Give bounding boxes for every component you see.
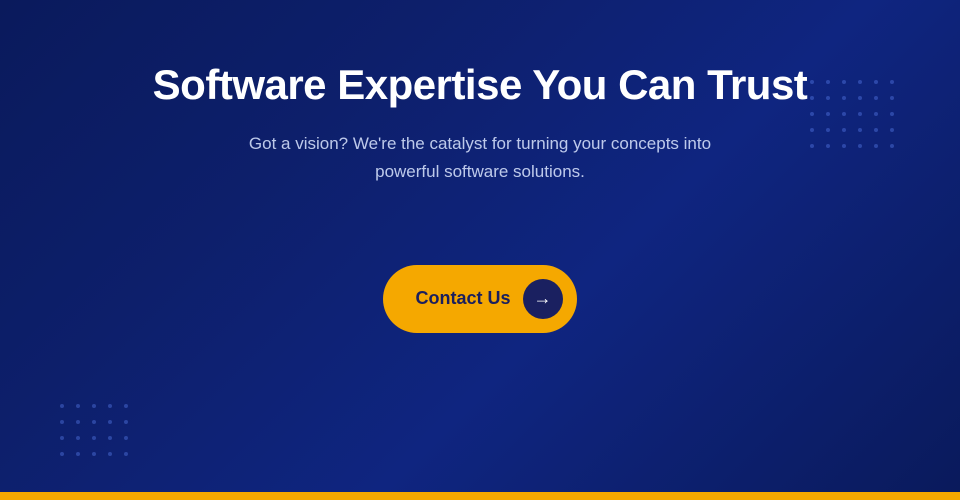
hero-title: Software Expertise You Can Trust <box>153 60 808 110</box>
dots-bottom-left-decoration <box>60 404 134 462</box>
cta-arrow-icon: → <box>523 279 563 319</box>
hero-section: Software Expertise You Can Trust Got a v… <box>0 0 960 492</box>
contact-us-button[interactable]: Contact Us → <box>383 265 576 333</box>
page-wrapper: Software Expertise You Can Trust Got a v… <box>0 0 960 500</box>
cta-button-label: Contact Us <box>415 288 510 309</box>
bottom-accent-bar <box>0 492 960 500</box>
dots-top-right-decoration <box>810 80 900 154</box>
hero-subtitle: Got a vision? We're the catalyst for tur… <box>220 130 740 184</box>
